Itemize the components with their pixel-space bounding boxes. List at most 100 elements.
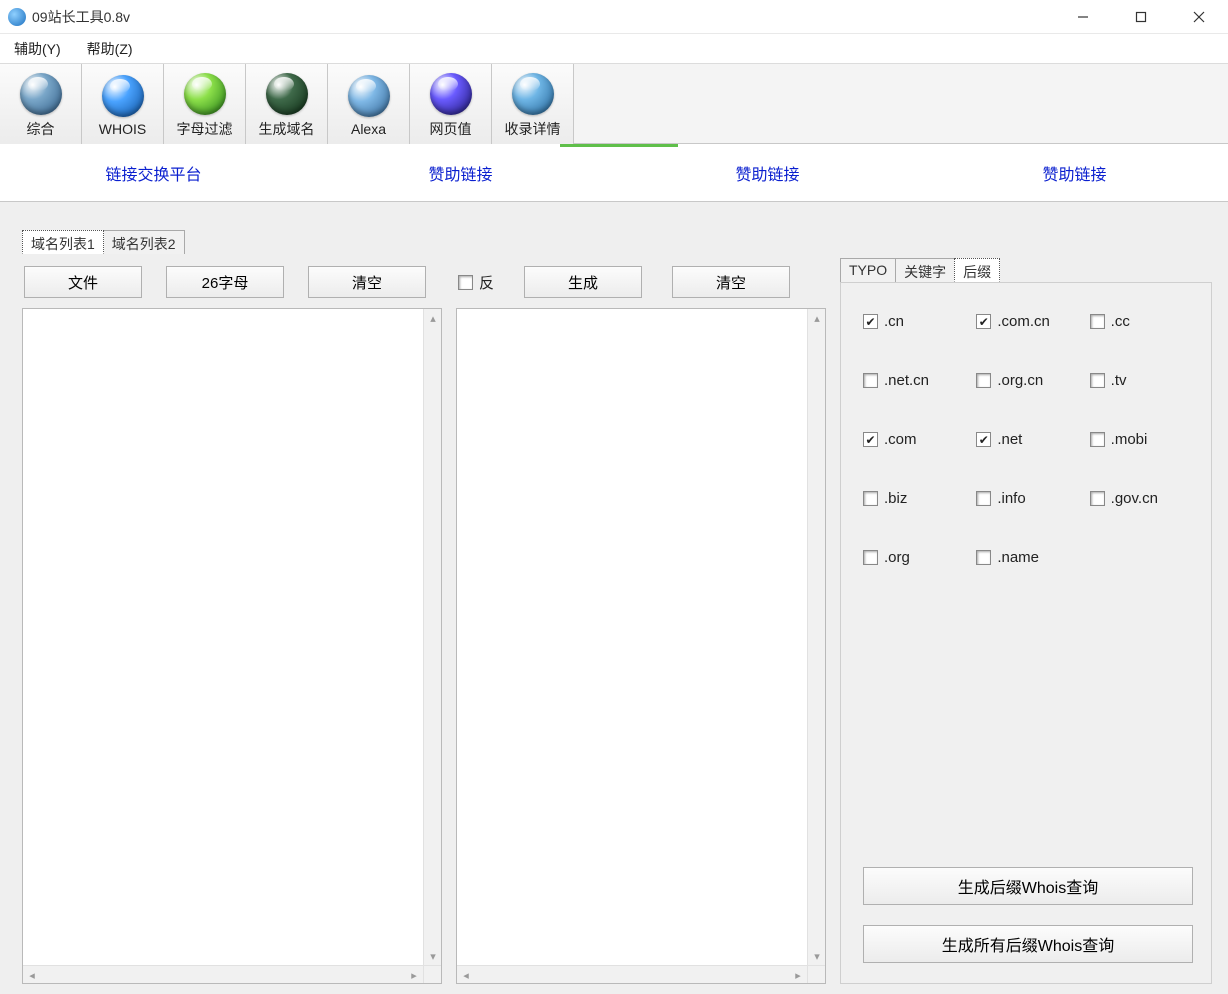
tab-typo[interactable]: TYPO [840, 258, 896, 282]
minimize-button[interactable] [1054, 0, 1112, 33]
window-title: 09站长工具0.8v [32, 7, 130, 27]
linkbar: 链接交换平台 赞助链接 赞助链接 赞助链接 [0, 144, 1228, 202]
suffix-org[interactable]: .org [863, 549, 966, 566]
suffix-label: .cn [884, 313, 904, 330]
scrollbar-horizontal[interactable]: ◂ ▸ [23, 965, 423, 983]
scrollbar-horizontal[interactable]: ◂ ▸ [457, 965, 807, 983]
window-controls [1054, 0, 1228, 33]
link-exchange[interactable]: 链接交换平台 [105, 161, 201, 185]
tool-gen-domain[interactable]: 生成域名 [246, 64, 328, 144]
tool-overview[interactable]: 综合 [0, 64, 82, 144]
checkbox-icon [1090, 373, 1105, 388]
suffix-net[interactable]: ✔.net [976, 431, 1079, 448]
domain-list-left[interactable]: ▴ ▾ ◂ ▸ [22, 308, 442, 984]
menu-help[interactable]: 帮助(Z) [83, 35, 137, 63]
checkbox-icon [1090, 432, 1105, 447]
checkbox-icon: ✔ [863, 314, 878, 329]
suffix-mobi[interactable]: .mobi [1090, 431, 1193, 448]
generate-all-suffix-whois-button[interactable]: 生成所有后缀Whois查询 [863, 925, 1193, 963]
gen-domain-icon [266, 73, 308, 115]
link-sponsor-1[interactable]: 赞助链接 [428, 161, 492, 185]
checkbox-icon [863, 373, 878, 388]
menu-assist[interactable]: 辅助(Y) [10, 35, 65, 63]
clear-left-button[interactable]: 清空 [308, 266, 426, 298]
suffix-netcn[interactable]: .net.cn [863, 372, 966, 389]
checkbox-icon [976, 373, 991, 388]
suffix-tv[interactable]: .tv [1090, 372, 1193, 389]
tool-pagevalue[interactable]: 网页值 [410, 64, 492, 144]
link-sponsor-2[interactable]: 赞助链接 [735, 161, 799, 185]
tool-index-detail[interactable]: 收录详情 [492, 64, 574, 144]
maximize-button[interactable] [1112, 0, 1170, 33]
generate-button[interactable]: 生成 [524, 266, 642, 298]
scroll-up-icon[interactable]: ▴ [424, 309, 442, 327]
file-button[interactable]: 文件 [24, 266, 142, 298]
suffix-label: .tv [1111, 372, 1127, 389]
tab-suffix[interactable]: 后缀 [954, 258, 1000, 282]
scroll-left-icon[interactable]: ◂ [457, 966, 475, 984]
alexa-icon [348, 75, 390, 117]
checkbox-icon [976, 550, 991, 565]
checkbox-icon: ✔ [976, 314, 991, 329]
scroll-right-icon[interactable]: ▸ [405, 966, 423, 984]
tool-label: Alexa [351, 121, 386, 137]
whois-icon [102, 75, 144, 117]
right-column: TYPO 关键字 后缀 ✔ .cn ✔.com.cn .cc .net.cn .o… [840, 230, 1212, 984]
suffix-cc[interactable]: .cc [1090, 313, 1193, 330]
suffix-label: .net.cn [884, 372, 929, 389]
scrollbar-vertical[interactable]: ▴ ▾ [423, 309, 441, 965]
suffix-biz[interactable]: .biz [863, 490, 966, 507]
middle-column: 反 生成 清空 ▴ ▾ ◂ ▸ [456, 230, 826, 984]
suffix-panel: ✔ .cn ✔.com.cn .cc .net.cn .org.cn .tv ✔.… [840, 282, 1212, 984]
clear-mid-button[interactable]: 清空 [672, 266, 790, 298]
titlebar: 09站长工具0.8v [0, 0, 1228, 34]
domain-list-mid[interactable]: ▴ ▾ ◂ ▸ [456, 308, 826, 984]
scroll-corner [423, 965, 441, 983]
suffix-label: .net [997, 431, 1022, 448]
tool-label: 字母过滤 [177, 119, 233, 139]
checkbox-icon [458, 275, 473, 290]
scroll-down-icon[interactable]: ▾ [808, 947, 826, 965]
tool-label: 收录详情 [505, 119, 561, 139]
scroll-up-icon[interactable]: ▴ [808, 309, 826, 327]
suffix-govcn[interactable]: .gov.cn [1090, 490, 1193, 507]
close-button[interactable] [1170, 0, 1228, 33]
tool-label: 综合 [27, 119, 55, 139]
checkbox-icon [1090, 491, 1105, 506]
scroll-right-icon[interactable]: ▸ [789, 966, 807, 984]
suffix-orgcn[interactable]: .org.cn [976, 372, 1079, 389]
accent-line [560, 144, 678, 147]
suffix-info[interactable]: .info [976, 490, 1079, 507]
tab-domain-list-1[interactable]: 域名列表1 [22, 230, 104, 254]
suffix-label: .mobi [1111, 431, 1148, 448]
scroll-left-icon[interactable]: ◂ [23, 966, 41, 984]
toolbar: 综合 WHOIS 字母过滤 生成域名 Alexa 网页值 收录详情 [0, 64, 1228, 144]
left-column: 域名列表1 域名列表2 文件 26字母 清空 ▴ ▾ ◂ ▸ [22, 230, 442, 984]
checkbox-icon [1090, 314, 1105, 329]
left-tabstrip: 域名列表1 域名列表2 [22, 230, 442, 254]
scrollbar-vertical[interactable]: ▴ ▾ [807, 309, 825, 965]
tool-alpha-filter[interactable]: 字母过滤 [164, 64, 246, 144]
scroll-down-icon[interactable]: ▾ [424, 947, 442, 965]
suffix-label: .gov.cn [1111, 490, 1158, 507]
tool-label: 网页值 [430, 119, 472, 139]
app-icon [8, 8, 26, 26]
tab-keyword[interactable]: 关键字 [895, 258, 955, 282]
link-sponsor-3[interactable]: 赞助链接 [1042, 161, 1106, 185]
suffix-cn[interactable]: ✔ .cn [863, 313, 966, 330]
generate-suffix-whois-button[interactable]: 生成后缀Whois查询 [863, 867, 1193, 905]
tool-alexa[interactable]: Alexa [328, 64, 410, 144]
checkbox-icon [976, 491, 991, 506]
menubar: 辅助(Y) 帮助(Z) [0, 34, 1228, 64]
tab-domain-list-2[interactable]: 域名列表2 [103, 230, 185, 254]
suffix-name[interactable]: .name [976, 549, 1079, 566]
tool-whois[interactable]: WHOIS [82, 64, 164, 144]
suffix-comcn[interactable]: ✔.com.cn [976, 313, 1079, 330]
reverse-checkbox[interactable]: 反 [458, 272, 494, 293]
suffix-com[interactable]: ✔.com [863, 431, 966, 448]
tool-label: WHOIS [99, 121, 146, 137]
alpha-button[interactable]: 26字母 [166, 266, 284, 298]
suffix-label: .info [997, 490, 1025, 507]
pagevalue-icon [430, 73, 472, 115]
checkbox-icon [863, 550, 878, 565]
